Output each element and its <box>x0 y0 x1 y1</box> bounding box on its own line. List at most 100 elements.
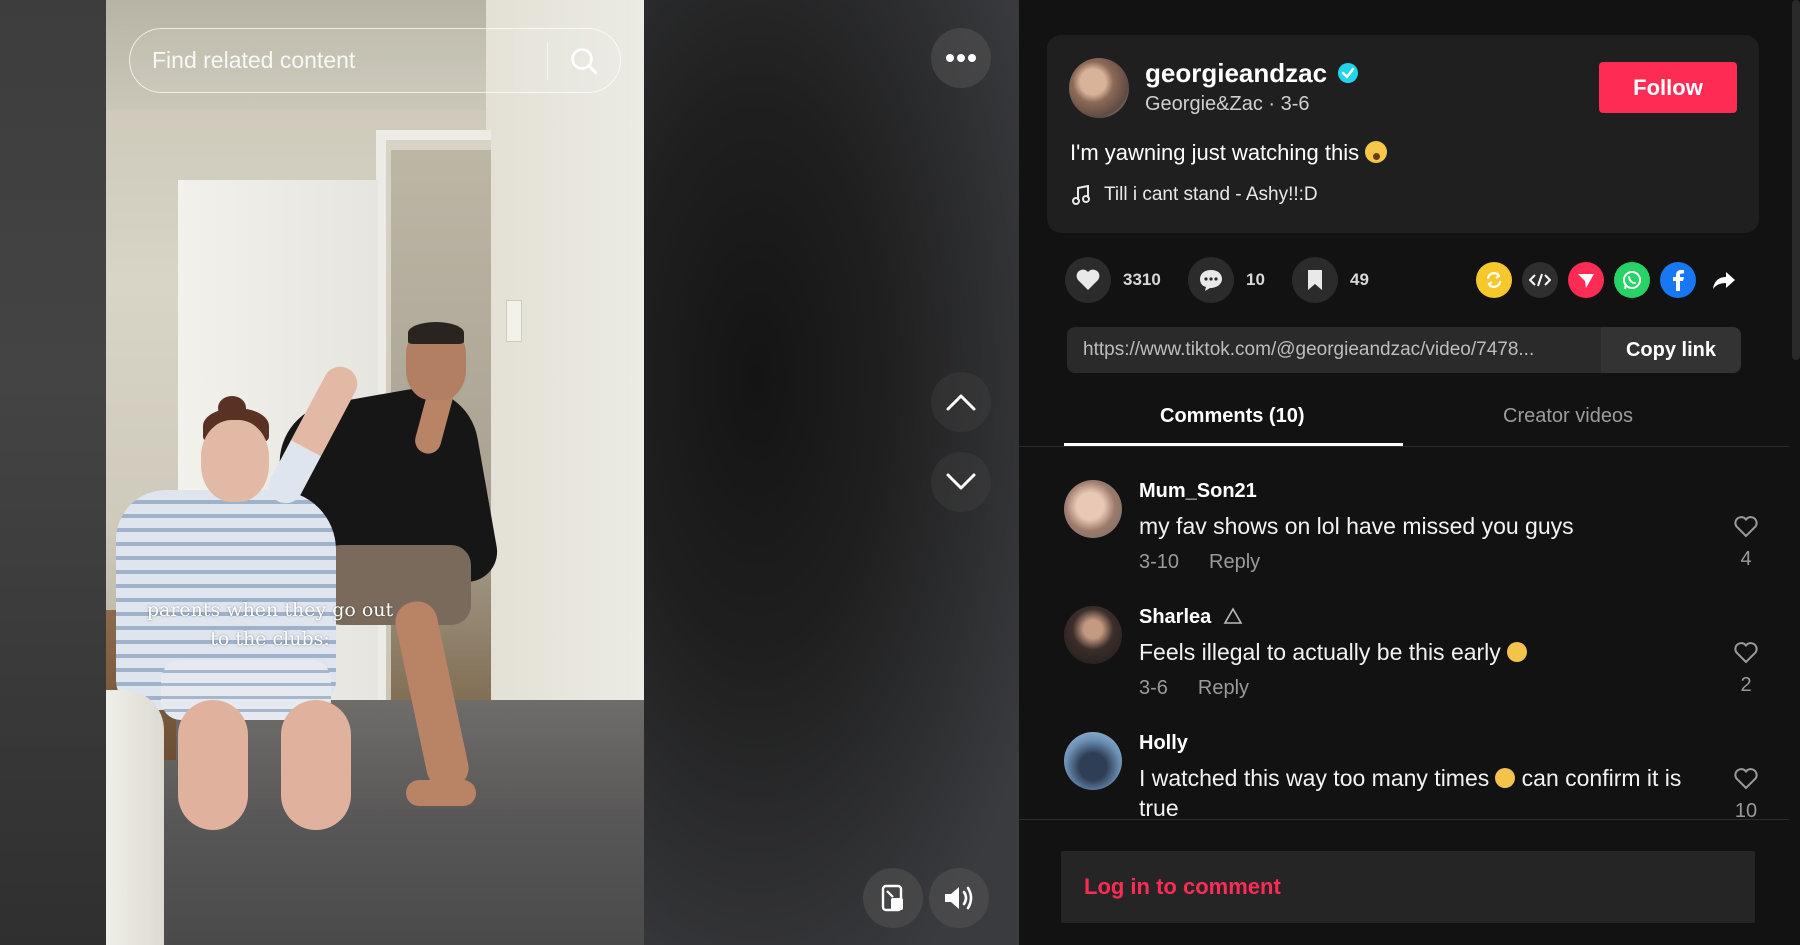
more-horizontal-icon <box>946 54 976 62</box>
post-description: I'm yawning just watching this <box>1070 140 1388 166</box>
like-count: 3310 <box>1123 270 1161 289</box>
comment-like-count: 2 <box>1740 674 1752 696</box>
commenter-avatar[interactable] <box>1064 732 1122 790</box>
tab-comments[interactable]: Comments (10) <box>1160 405 1304 428</box>
laughing-face-emoji-icon <box>1495 768 1516 788</box>
video-link-url[interactable]: https://www.tiktok.com/@georgieandzac/vi… <box>1067 339 1601 361</box>
panel-scrollbar[interactable] <box>1792 0 1800 360</box>
music-title: Till i cant stand - Ashy!!:D <box>1104 184 1318 205</box>
comment-text: I watched this way too many times can co… <box>1139 763 1699 819</box>
author-meta: Georgie&Zac · 3-6 <box>1145 93 1310 115</box>
pleading-face-emoji-icon <box>1506 642 1527 662</box>
heart-outline-icon <box>1734 516 1758 538</box>
commenter-avatar[interactable] <box>1064 480 1122 538</box>
music-link[interactable]: Till i cant stand - Ashy!!:D <box>1072 184 1318 206</box>
heart-outline-icon <box>1734 768 1758 790</box>
repost-button[interactable] <box>1476 262 1512 298</box>
tab-creator-videos[interactable]: Creator videos <box>1503 405 1633 428</box>
embed-code-icon <box>1529 273 1551 287</box>
save-count: 49 <box>1350 270 1369 289</box>
comment-date: 3-10 <box>1139 551 1180 573</box>
video-caption: parents when they go out to the clubs: <box>146 599 394 650</box>
comment-like-count: 4 <box>1740 548 1752 570</box>
comment-text-body: Feels illegal to actually be this early <box>1139 639 1501 665</box>
comment-text: my fav shows on lol have missed you guys <box>1139 513 1574 539</box>
commenter-username[interactable]: Mum_Son21 <box>1139 480 1257 503</box>
comment-like-button[interactable]: 2 <box>1726 641 1766 697</box>
woman-leg <box>178 700 248 830</box>
bookmark-icon <box>1308 270 1322 290</box>
comment-meta: 3-6 Reply <box>1139 677 1249 700</box>
share-arrow-icon <box>1713 272 1735 289</box>
active-tab-indicator <box>1064 443 1403 446</box>
chevron-down-icon <box>946 473 976 490</box>
commenter-name: Sharlea <box>1139 606 1212 628</box>
floating-player-button[interactable] <box>863 868 923 928</box>
heart-icon <box>1076 269 1100 290</box>
send-arrow-icon <box>1578 274 1594 288</box>
login-to-comment-bar[interactable]: Log in to comment <box>1061 851 1755 923</box>
like-stat: 3310 <box>1065 257 1161 303</box>
man-foot <box>406 780 476 806</box>
video-player[interactable] <box>106 0 644 945</box>
commenter-username[interactable]: Sharlea <box>1139 606 1243 629</box>
comment-text-part: I watched this way too many times <box>1139 765 1490 791</box>
facebook-share-button[interactable] <box>1660 262 1696 298</box>
scene-light-switch <box>506 300 522 342</box>
previous-video-button[interactable] <box>931 372 991 432</box>
commenter-avatar[interactable] <box>1064 606 1122 664</box>
reply-button[interactable]: Reply <box>1209 551 1260 574</box>
save-button[interactable] <box>1292 257 1338 303</box>
search-bar <box>129 28 621 93</box>
author-username[interactable]: georgieandzac <box>1145 58 1327 89</box>
comment-input-divider <box>1019 819 1789 820</box>
facebook-icon <box>1673 270 1684 291</box>
comment-list: Mum_Son21 my fav shows on lol have misse… <box>1019 447 1789 819</box>
search-button[interactable] <box>548 29 620 92</box>
whatsapp-share-button[interactable] <box>1614 262 1650 298</box>
yawning-face-emoji-icon <box>1365 141 1388 163</box>
follow-button[interactable]: Follow <box>1599 62 1737 113</box>
panel-tabs: Comments (10) Creator videos <box>1019 395 1789 447</box>
video-stage: parents when they go out to the clubs: <box>0 0 1019 945</box>
woman-leg <box>281 700 351 830</box>
comment-button[interactable] <box>1188 257 1234 303</box>
author-avatar[interactable] <box>1069 58 1129 118</box>
man-hair <box>408 322 464 344</box>
comment-bubble-icon <box>1200 270 1222 291</box>
comment-like-button[interactable]: 4 <box>1726 515 1766 571</box>
music-note-icon <box>1072 185 1090 205</box>
more-options-button[interactable] <box>931 28 991 88</box>
login-to-comment-label: Log in to comment <box>1084 874 1281 899</box>
comment-date: 3-6 <box>1139 677 1168 699</box>
comment-like-button[interactable]: 10 <box>1726 767 1766 819</box>
whatsapp-icon <box>1623 271 1641 290</box>
recycle-symbol-icon <box>1223 607 1243 624</box>
volume-button[interactable] <box>929 868 989 928</box>
commenter-username[interactable]: Holly <box>1139 732 1188 755</box>
comment-meta: 3-10 Reply <box>1139 551 1260 574</box>
copy-link-button[interactable]: Copy link <box>1601 327 1741 373</box>
comment-count: 10 <box>1246 270 1265 289</box>
embed-button[interactable] <box>1522 262 1558 298</box>
comment-text: Feels illegal to actually be this early <box>1139 637 1699 667</box>
send-to-friends-button[interactable] <box>1568 262 1604 298</box>
video-link-box: https://www.tiktok.com/@georgieandzac/vi… <box>1067 327 1741 373</box>
comment-like-count: 10 <box>1734 800 1758 819</box>
reply-button[interactable]: Reply <box>1198 677 1249 700</box>
save-stat: 49 <box>1292 257 1369 303</box>
search-icon <box>571 47 598 74</box>
repost-icon <box>1486 272 1502 288</box>
woman-head <box>201 420 269 502</box>
more-share-button[interactable] <box>1706 262 1742 298</box>
volume-icon <box>945 886 973 910</box>
post-description-text: I'm yawning just watching this <box>1070 140 1360 165</box>
scene-blanket <box>106 690 164 945</box>
heart-outline-icon <box>1734 642 1758 664</box>
comment-stat: 10 <box>1188 257 1265 303</box>
next-video-button[interactable] <box>931 452 991 512</box>
chevron-up-icon <box>946 394 976 411</box>
search-input[interactable] <box>130 29 547 92</box>
blurred-backdrop-left <box>0 0 106 945</box>
like-button[interactable] <box>1065 257 1111 303</box>
